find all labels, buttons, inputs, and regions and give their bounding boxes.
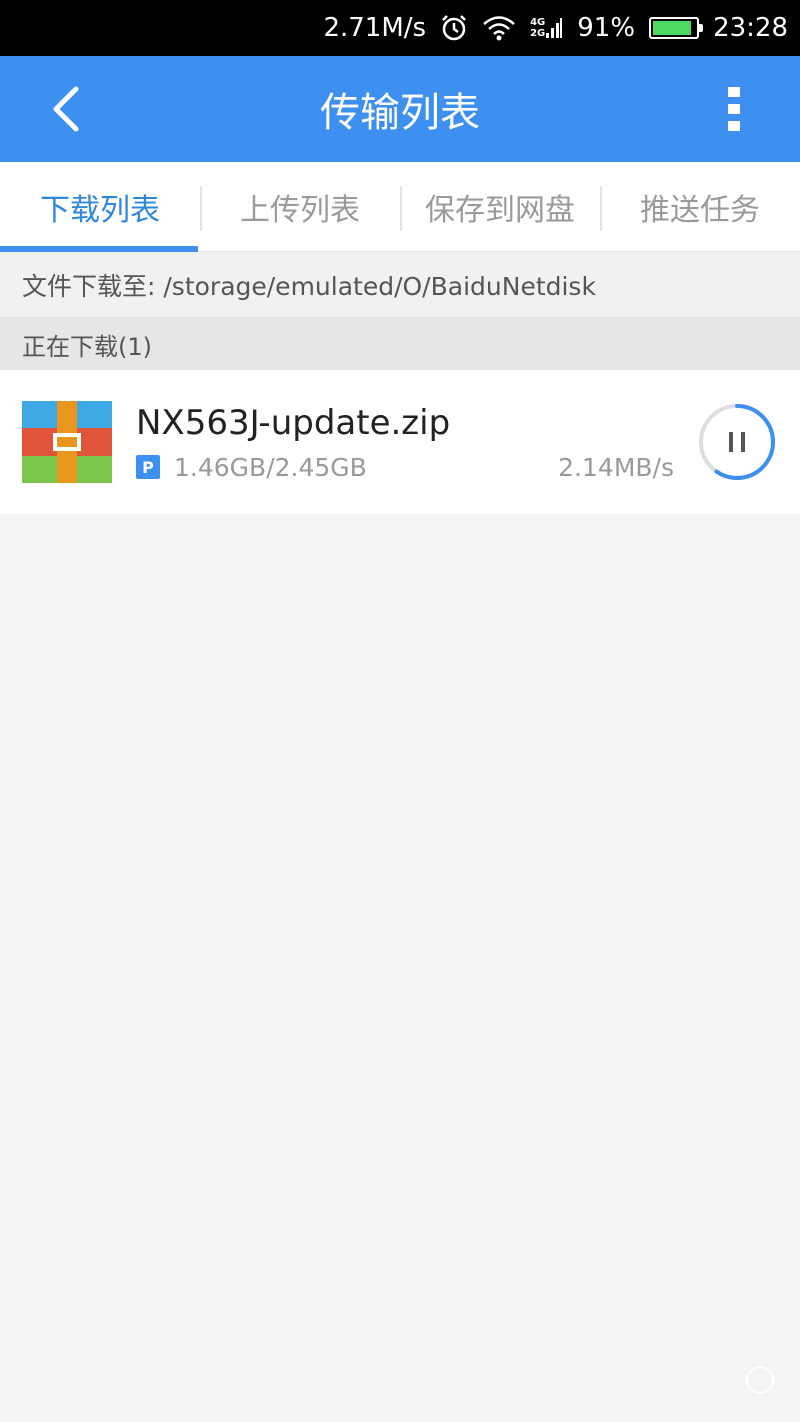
file-meta: P 1.46GB/2.45GB 2.14MB/s [136,453,696,482]
signal-icon: 4G 2G [530,15,563,41]
back-arrow-icon [53,86,79,132]
app-bar: 传输列表 [0,56,800,162]
more-menu-button[interactable] [704,69,764,149]
zip-archive-icon [22,401,112,483]
pause-button[interactable] [696,401,778,483]
net-4g-label: 4G [530,17,546,28]
file-name: NX563J-update.zip [136,402,451,443]
empty-area [0,514,800,1422]
page-title: 传输列表 [320,90,480,136]
download-speed: 2.14MB/s [558,452,674,482]
tab-push-tasks[interactable]: 推送任务 [600,162,800,251]
status-bar: 2.71M/s 4G 2G 91% 23:28 [0,0,800,56]
tab-upload-list[interactable]: 上传列表 [200,162,400,251]
file-size: 1.46GB/2.45GB [174,452,367,482]
tab-save-to-netdisk[interactable]: 保存到网盘 [400,162,600,251]
net-speed: 2.71M/s [323,13,427,43]
battery-icon [649,17,704,39]
back-button[interactable] [36,69,96,149]
net-2g-label: 2G [530,28,546,39]
p-badge-icon: P [136,455,160,479]
list-item[interactable]: NX563J-update.zip P 1.46GB/2.45GB 2.14MB… [0,370,800,514]
watermark-logo-icon [746,1366,774,1394]
battery-percent: 91% [577,13,636,43]
section-header-downloading: 正在下载(1) [0,318,800,370]
more-vertical-icon [728,87,740,131]
pause-icon [729,432,745,452]
file-info: NX563J-update.zip P 1.46GB/2.45GB 2.14MB… [136,403,696,482]
download-path: 文件下载至: /storage/emulated/O/BaiduNetdisk [0,252,800,318]
tab-download-list[interactable]: 下载列表 [0,162,200,252]
clock: 23:28 [713,13,788,43]
transfer-tabs: 下载列表 上传列表 保存到网盘 推送任务 [0,162,800,252]
alarm-icon [440,14,468,42]
wifi-icon [482,14,516,42]
